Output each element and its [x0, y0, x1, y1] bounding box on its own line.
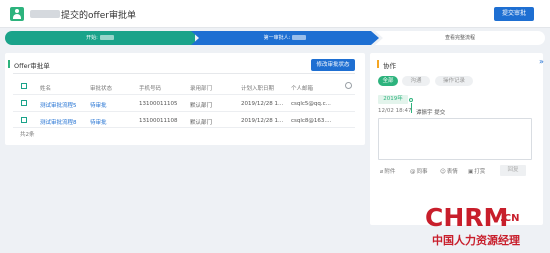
row-divider — [13, 127, 355, 128]
log-entry: 谭振宇 提交 — [416, 110, 446, 116]
reply-button[interactable]: 回复 — [500, 165, 526, 176]
page-header: 提交的offer审批单 提交审批 — [0, 0, 550, 28]
submit-approval-button[interactable]: 提交审批 — [494, 7, 534, 21]
attachment-button[interactable]: ⌀附件 — [380, 167, 395, 175]
status-cell: 待审批 — [90, 103, 107, 109]
phone-cell: 13100011108 — [139, 118, 178, 124]
dept-cell: 默认部门 — [190, 103, 213, 109]
collab-title: 协作 — [383, 62, 396, 70]
year-badge: 2019年 — [378, 95, 408, 104]
row-divider — [13, 111, 355, 112]
col-name: 姓名 — [40, 86, 52, 92]
col-start-date: 计划入职日期 — [241, 86, 275, 92]
row-checkbox[interactable] — [21, 117, 27, 123]
email-cell: csqlc8@163.... — [291, 118, 332, 124]
mention-button[interactable]: @同事 — [410, 167, 428, 175]
paperclip-icon: ⌀ — [380, 169, 384, 175]
smiley-icon: ☺ — [440, 169, 446, 175]
panel-accent-bar — [8, 60, 10, 68]
offer-panel-title: Offer审批单 — [14, 62, 50, 70]
start-date-cell: 2019/12/28 1... — [241, 101, 284, 107]
redacted-name — [30, 10, 60, 18]
tab-operation-log[interactable]: 操作记录 — [435, 76, 473, 86]
status-cell: 待审批 — [90, 120, 107, 126]
email-cell: csqlc5@qq.c... — [291, 101, 331, 107]
tab-communication[interactable]: 沟通 — [402, 76, 430, 86]
dept-cell: 默认部门 — [190, 120, 213, 126]
candidate-name-link[interactable]: 测试审批流程8 — [40, 118, 77, 126]
gear-icon[interactable] — [345, 82, 352, 89]
start-date-cell: 2019/12/28 1... — [241, 118, 284, 124]
brand-logo: CHRM — [425, 203, 509, 232]
timeline-dot — [409, 98, 413, 102]
row-divider — [13, 94, 355, 95]
step-start: 开始: — [5, 31, 195, 45]
candidate-name-link[interactable]: 测试审批流程5 — [40, 101, 77, 109]
col-phone: 手机号码 — [139, 86, 162, 92]
double-chevron-right-icon[interactable]: » — [539, 57, 544, 66]
total-count: 共2条 — [20, 132, 35, 138]
page-title: 提交的offer审批单 — [61, 11, 136, 21]
log-timestamp: 12/02 18:47 — [378, 108, 412, 114]
col-dept: 录用部门 — [190, 86, 213, 92]
reward-button[interactable]: ▣打赏 — [468, 167, 485, 175]
user-icon — [10, 7, 24, 21]
step-first-approver: 第一审批人: — [191, 31, 379, 45]
emoji-button[interactable]: ☺表情 — [440, 167, 458, 175]
tab-all[interactable]: 全部 — [378, 76, 398, 86]
brand-domain: .CN — [500, 213, 520, 224]
comment-input[interactable] — [378, 118, 532, 160]
brand-tagline: 中国人力资源经理 — [432, 234, 520, 247]
row-checkbox[interactable] — [21, 100, 27, 106]
divider — [13, 73, 355, 74]
at-icon: @ — [410, 169, 416, 175]
modify-status-button[interactable]: 修改审批状态 — [311, 59, 355, 71]
phone-cell: 13100011105 — [139, 101, 178, 107]
gift-icon: ▣ — [468, 169, 474, 175]
approval-stepper: 开始: 第一审批人: 查看完整流程 — [5, 31, 545, 45]
col-email: 个人邮箱 — [291, 86, 314, 92]
select-all-checkbox[interactable] — [21, 83, 27, 89]
view-full-flow-link[interactable]: 查看完整流程 — [375, 31, 545, 45]
panel-accent-bar — [377, 60, 379, 68]
col-status: 审批状态 — [90, 86, 113, 92]
